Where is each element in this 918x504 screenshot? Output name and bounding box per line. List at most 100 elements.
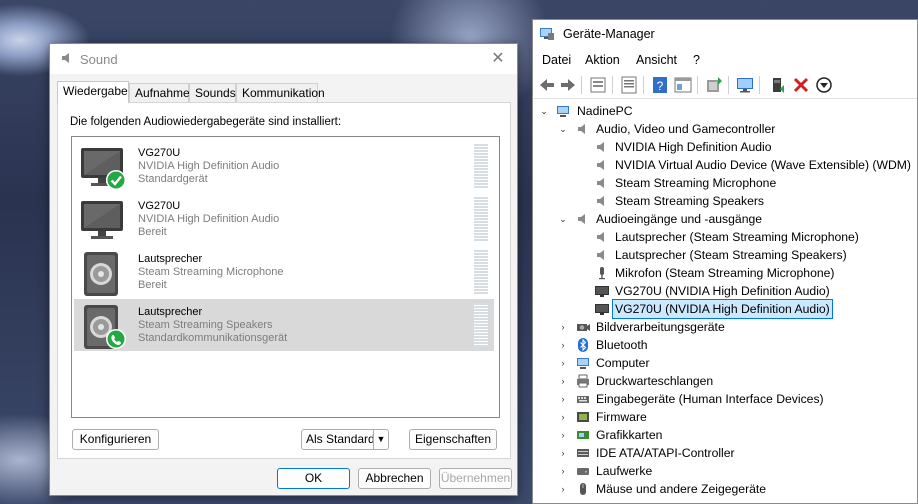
tab-aufnahme[interactable]: Aufnahme: [129, 83, 190, 102]
properties-button[interactable]: Eigenschaften: [409, 429, 497, 450]
toolbar-separator: [581, 76, 582, 94]
update-driver-icon[interactable]: [704, 75, 724, 95]
chevron-down-icon[interactable]: ⌄: [539, 102, 549, 120]
download-icon[interactable]: [814, 75, 834, 95]
tab-kommunikation[interactable]: Kommunikation: [236, 83, 325, 102]
view-icon[interactable]: [673, 75, 693, 95]
tree-node-category[interactable]: ⌄ Audioeingänge und -ausgänge: [533, 210, 913, 228]
chevron-down-icon[interactable]: ⌄: [558, 210, 568, 228]
chevron-right-icon[interactable]: ›: [558, 354, 568, 372]
firmware-icon: [577, 412, 589, 422]
toolbar-separator: [697, 76, 698, 94]
tree-node-category[interactable]: › Firmware: [533, 408, 913, 426]
chevron-right-icon[interactable]: ›: [558, 318, 568, 336]
apply-button[interactable]: Übernehmen: [439, 468, 512, 489]
menu-help[interactable]: ?: [693, 53, 700, 67]
tab-wiedergabe[interactable]: Wiedergabe: [57, 81, 129, 103]
tree-label: Audioeingänge und -ausgänge: [596, 212, 763, 226]
tree-node-category[interactable]: › Computer: [533, 354, 913, 372]
svg-text:?: ?: [657, 79, 664, 93]
tree-node-computer[interactable]: ⌄ NadinePC: [533, 102, 913, 120]
tree-node-category[interactable]: › Bluetooth: [533, 336, 913, 354]
tree-node-device[interactable]: Lautsprecher (Steam Streaming Speakers): [533, 246, 913, 264]
tree-node-device[interactable]: Steam Streaming Microphone: [533, 174, 913, 192]
monitor-scan-icon[interactable]: [735, 75, 755, 95]
mouse-icon: [580, 483, 586, 495]
ide-controller-icon: [577, 449, 589, 457]
tree-node-device[interactable]: Mikrofon (Steam Streaming Microphone): [533, 264, 913, 282]
remove-device-icon[interactable]: [791, 75, 811, 95]
tree-node-category[interactable]: › Eingabegeräte (Human Interface Devices…: [533, 390, 913, 408]
chevron-right-icon[interactable]: ›: [558, 426, 568, 444]
device-row-selected[interactable]: Lautsprecher Steam Streaming Speakers St…: [74, 299, 494, 351]
device-driver: Steam Streaming Microphone: [138, 266, 284, 278]
device-driver: Steam Streaming Speakers: [138, 319, 273, 331]
chevron-right-icon[interactable]: ›: [558, 462, 568, 480]
playback-panel: Die folgenden Audiowiedergabegeräte sind…: [57, 102, 511, 459]
menu-ansicht[interactable]: Ansicht: [636, 53, 677, 67]
device-row[interactable]: VG270U NVIDIA High Definition Audio Bere…: [74, 193, 494, 245]
tree-node-device[interactable]: VG270U (NVIDIA High Definition Audio): [533, 282, 913, 300]
tree-label: IDE ATA/ATAPI-Controller: [596, 446, 735, 460]
chevron-right-icon[interactable]: ›: [558, 390, 568, 408]
cancel-button[interactable]: Abbrechen: [358, 468, 431, 489]
tree-label: Mikrofon (Steam Streaming Microphone): [615, 266, 835, 280]
chevron-right-icon[interactable]: ›: [558, 444, 568, 462]
ok-button[interactable]: OK: [277, 468, 350, 489]
close-button[interactable]: ✕: [485, 47, 511, 71]
playback-device-list[interactable]: VG270U NVIDIA High Definition Audio Stan…: [71, 136, 500, 418]
add-device-icon[interactable]: [768, 75, 788, 95]
tree-label: NadinePC: [577, 104, 633, 118]
chevron-right-icon[interactable]: ›: [558, 480, 568, 498]
tree-label: Steam Streaming Speakers: [615, 194, 765, 208]
chevron-right-icon[interactable]: ›: [558, 372, 568, 390]
tree-node-device-selected[interactable]: VG270U (NVIDIA High Definition Audio): [533, 299, 913, 319]
tree-node-device[interactable]: NVIDIA High Definition Audio: [533, 138, 913, 156]
help-icon[interactable]: ?: [650, 75, 670, 95]
volume-meter: [474, 250, 488, 294]
chevron-down-icon[interactable]: ▼: [373, 430, 388, 449]
menu-datei[interactable]: Datei: [542, 53, 571, 67]
tree-node-category[interactable]: › Mäuse und andere Zeigegeräte: [533, 480, 913, 498]
menu-aktion[interactable]: Aktion: [585, 53, 620, 67]
tree-node-device[interactable]: Lautsprecher (Steam Streaming Microphone…: [533, 228, 913, 246]
tree-node-device[interactable]: Steam Streaming Speakers: [533, 192, 913, 210]
configure-button[interactable]: Konfigurieren: [72, 429, 159, 450]
dm-titlebar[interactable]: Geräte-Manager: [533, 20, 917, 48]
sound-title: Sound: [80, 52, 118, 67]
device-list-icon[interactable]: [588, 75, 608, 95]
speaker-icon: [597, 178, 604, 188]
tab-sounds[interactable]: Sounds: [189, 83, 236, 102]
properties-icon[interactable]: [619, 75, 639, 95]
chevron-down-icon[interactable]: ⌄: [558, 120, 568, 138]
back-arrow-icon[interactable]: [537, 75, 557, 95]
disk-drive-icon: [577, 468, 589, 475]
tree-node-device[interactable]: NVIDIA Virtual Audio Device (Wave Extens…: [533, 156, 913, 174]
set-default-split-button[interactable]: Als Standard ▼: [301, 429, 389, 450]
chevron-right-icon[interactable]: ›: [558, 408, 568, 426]
device-name: VG270U: [138, 200, 181, 212]
tree-node-category[interactable]: › Grafikkarten: [533, 426, 913, 444]
tree-node-category[interactable]: › IDE ATA/ATAPI-Controller: [533, 444, 913, 462]
tree-node-category[interactable]: › Druckwarteschlangen: [533, 372, 913, 390]
sound-titlebar[interactable]: Sound ✕: [50, 44, 517, 74]
device-row[interactable]: VG270U NVIDIA High Definition Audio Stan…: [74, 140, 494, 192]
tree-label: Laufwerke: [596, 464, 653, 478]
device-manager-icon: [540, 28, 554, 40]
device-name: Lautsprecher: [138, 253, 203, 265]
device-name: Lautsprecher: [138, 306, 203, 318]
sound-app-icon: [62, 53, 69, 63]
device-row[interactable]: Lautsprecher Steam Streaming Microphone …: [74, 246, 494, 298]
tree-label: Mäuse und andere Zeigegeräte: [596, 482, 767, 496]
forward-arrow-icon[interactable]: [558, 75, 578, 95]
tree-scrollbar[interactable]: [914, 100, 917, 503]
tree-node-category[interactable]: › Laufwerke: [533, 462, 913, 480]
sound-dialog: Sound ✕ Wiedergabe Aufnahme Sounds Kommu…: [49, 43, 518, 496]
tree-node-category[interactable]: ⌄ Audio, Video und Gamecontroller: [533, 120, 913, 138]
device-status: Bereit: [138, 226, 167, 238]
tree-node-category[interactable]: › Bildverarbeitungsgeräte: [533, 318, 913, 336]
dm-toolbar: ?: [533, 72, 917, 99]
tree-label: Audio, Video und Gamecontroller: [596, 122, 776, 136]
device-status: Standardgerät: [138, 173, 208, 185]
chevron-right-icon[interactable]: ›: [558, 336, 568, 354]
